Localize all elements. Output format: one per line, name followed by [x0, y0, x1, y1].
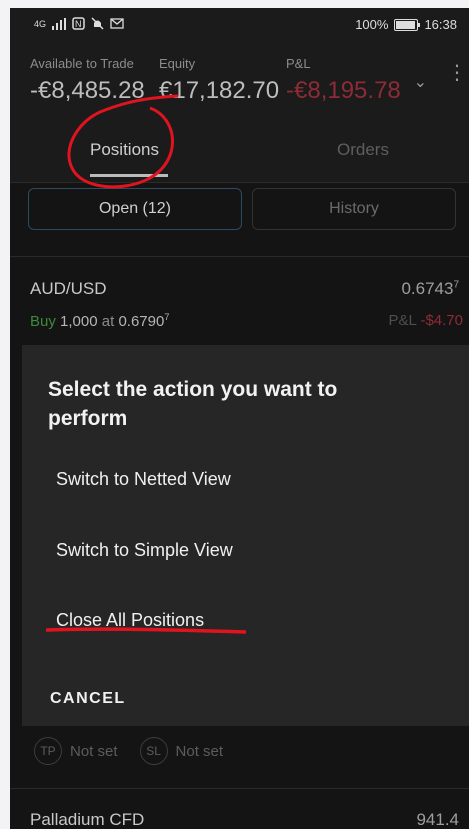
segment-history[interactable]: History	[252, 188, 456, 230]
account-summary[interactable]: Available to Trade -€8,485.28 Equity €17…	[10, 44, 469, 125]
sl-badge[interactable]: SL	[139, 737, 168, 765]
tab-bar: Positions Orders	[10, 124, 469, 183]
position-pl: P&L -$4.70	[388, 312, 463, 329]
equity-label: Equity	[159, 56, 196, 71]
price-main: 0.6743	[401, 279, 454, 298]
dialog-title: Select the action you want to perform	[48, 378, 338, 430]
network-label: 4G	[34, 18, 47, 29]
battery-percent: 100%	[355, 17, 389, 32]
trade-rate: 0.67907	[118, 312, 170, 330]
more-vertical-icon[interactable]: ⋮	[447, 63, 467, 83]
position-price: 0.67437	[401, 279, 459, 299]
action-dialog: Select the action you want to perform Sw…	[22, 345, 469, 726]
segment-open[interactable]: Open (12)	[28, 188, 242, 230]
available-value: -€8,485.28	[30, 77, 145, 104]
position-price: 941.4	[416, 810, 459, 829]
equity-value: €17,182.70	[159, 77, 280, 104]
position-symbol: AUD/USD	[30, 279, 107, 298]
equity: Equity €17,182.70	[159, 56, 279, 105]
tab-orders[interactable]: Orders	[337, 140, 389, 160]
option-close-all-positions[interactable]: Close All Positions	[56, 610, 204, 631]
trade-side: Buy	[30, 313, 56, 330]
tp-value: Not set	[70, 742, 118, 760]
pnl: P&L -€8,195.78	[286, 56, 401, 105]
trade-at: at	[101, 313, 115, 330]
status-bar: 4G N 100% 16:38	[10, 8, 469, 44]
divider	[10, 256, 469, 257]
clock: 16:38	[424, 17, 457, 32]
price-sup: 7	[453, 279, 459, 291]
svg-text:N: N	[75, 19, 82, 29]
available-to-trade: Available to Trade -€8,485.28	[30, 56, 145, 105]
battery-icon	[394, 18, 421, 31]
tp-sl-row: TP Not set SL Not set	[34, 737, 237, 765]
rate-main: 0.6790	[118, 313, 165, 330]
trade-quantity: 1,000	[60, 313, 98, 330]
cancel-button[interactable]: CANCEL	[50, 690, 126, 708]
pl-value: -$4.70	[420, 312, 463, 329]
tab-indicator	[90, 174, 168, 177]
mail-icon	[110, 18, 124, 29]
sl-value: Not set	[175, 742, 224, 760]
pl-label: P&L	[388, 312, 417, 329]
status-right: 100% 16:38	[355, 17, 457, 32]
option-simple-view[interactable]: Switch to Simple View	[56, 540, 233, 561]
pnl-value: -€8,195.78	[286, 77, 401, 104]
nfc-icon: N	[72, 17, 85, 30]
rate-sup: 7	[164, 312, 170, 322]
tp-badge[interactable]: TP	[34, 737, 62, 765]
mute-icon	[91, 17, 104, 30]
trade-details: Buy 1,000 at 0.67907	[30, 312, 169, 330]
option-netted-view[interactable]: Switch to Netted View	[56, 469, 231, 490]
phone-screen: 4G N 100% 16:38 Available to Trade -€8,4…	[10, 8, 469, 829]
signal-icon	[52, 17, 67, 30]
available-label: Available to Trade	[30, 56, 134, 71]
pnl-label: P&L	[286, 56, 311, 71]
chevron-down-icon[interactable]: ⌄	[414, 72, 427, 92]
tab-positions[interactable]: Positions	[90, 140, 159, 160]
divider	[10, 788, 469, 789]
battery-fill	[396, 20, 416, 29]
status-icons: 4G N	[34, 17, 124, 30]
position-symbol: Palladium CFD	[30, 810, 145, 829]
